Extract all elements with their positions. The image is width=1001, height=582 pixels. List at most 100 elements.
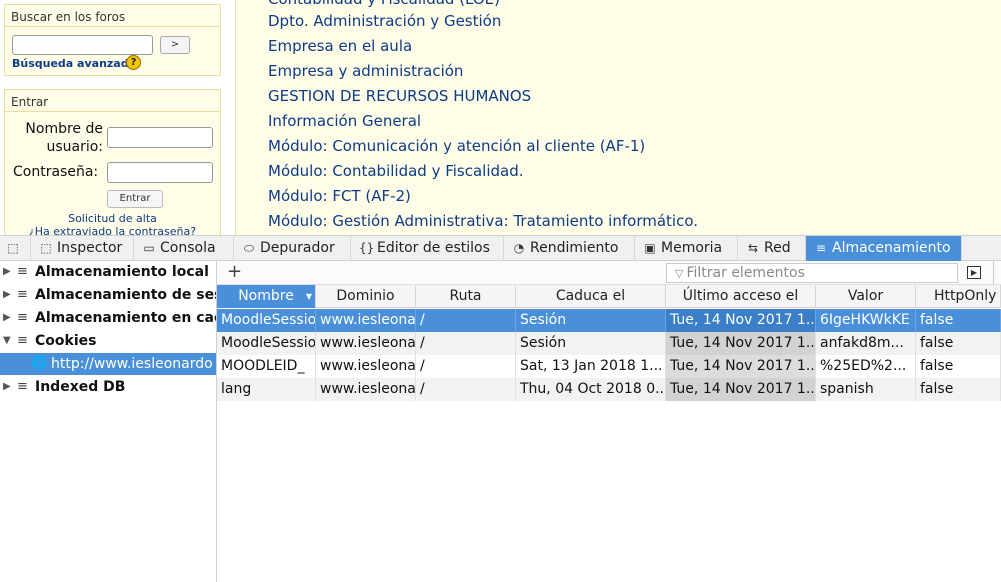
cell-httponly[interactable]: false	[916, 309, 1001, 332]
forum-search-button[interactable]: >	[160, 36, 190, 54]
devtools-panel: ⬚ ⬚ Inspector ▭ Consola ⬭ Depurador {} Edito…	[0, 235, 1001, 582]
column-header-expires[interactable]: Caduca el	[516, 285, 666, 308]
expand-arrow-icon[interactable]: ▶	[3, 284, 11, 306]
table-row[interactable]: MoodleSessionTest www.iesleonardo.info /…	[217, 332, 1001, 355]
column-header-name[interactable]: Nombre ▼	[217, 285, 316, 308]
column-header-path[interactable]: Ruta	[416, 285, 516, 308]
advanced-search-link[interactable]: Búsqueda avanzada	[12, 57, 136, 70]
table-row[interactable]: MoodleSession www.iesleonardo.info / Ses…	[217, 309, 1001, 332]
cell-name[interactable]: MOODLEID_	[217, 355, 316, 378]
tree-item-cookie-host[interactable]: 🌐 http://www.iesleonardo	[0, 353, 216, 375]
cell-path[interactable]: /	[416, 355, 516, 378]
cell-name[interactable]: MoodleSessionTest	[217, 332, 316, 355]
cell-value[interactable]: %25ED%2...	[816, 355, 916, 378]
cell-expires[interactable]: Sesión	[516, 309, 666, 332]
tab-console[interactable]: ▭ Consola	[134, 236, 234, 261]
storage-tree: ▶ ≡ Almacenamiento local ▶ ≡ Almacenamie…	[0, 261, 217, 582]
help-icon[interactable]: ?	[126, 55, 141, 70]
forgot-password-link[interactable]: ¿Ha extraviado la contraseña?	[5, 225, 220, 235]
tab-storage[interactable]: ≡ Almacenamiento	[806, 236, 962, 261]
cell-path[interactable]: /	[416, 332, 516, 355]
course-link[interactable]: GESTION DE RECURSOS HUMANOS	[268, 87, 531, 105]
tab-style-editor[interactable]: {} Editor de estilos	[351, 236, 504, 261]
column-header-value[interactable]: Valor	[816, 285, 916, 308]
cell-domain[interactable]: www.iesleonardo.info	[316, 332, 416, 355]
cell-name[interactable]: lang	[217, 378, 316, 401]
filter-input[interactable]: ▽ Filtrar elementos	[666, 263, 958, 283]
tree-item-session-storage[interactable]: ▶ ≡ Almacenamiento de sesión	[0, 284, 216, 306]
cell-httponly[interactable]: false	[916, 378, 1001, 401]
element-picker-button[interactable]: ⬚	[0, 236, 31, 261]
cell-last-accessed[interactable]: Tue, 14 Nov 2017 1...	[666, 332, 816, 355]
globe-icon: 🌐	[31, 356, 48, 371]
cell-value[interactable]: 6IgeHKWkKE	[816, 309, 916, 332]
tab-debugger[interactable]: ⬭ Depurador	[234, 236, 351, 261]
expand-arrow-icon[interactable]: ▶	[3, 261, 11, 283]
network-icon: ⇆	[747, 241, 759, 255]
cell-value[interactable]: anfakd8m...	[816, 332, 916, 355]
expand-arrow-icon[interactable]: ▶	[3, 376, 11, 398]
forum-search-input[interactable]	[12, 35, 153, 55]
password-field[interactable]	[107, 162, 213, 183]
cell-last-accessed[interactable]: Tue, 14 Nov 2017 1...	[666, 355, 816, 378]
cell-expires[interactable]: Sat, 13 Jan 2018 1...	[516, 355, 666, 378]
cell-last-accessed[interactable]: Tue, 14 Nov 2017 1...	[666, 378, 816, 401]
table-row[interactable]: MOODLEID_ www.iesleonardo.info / Sat, 13…	[217, 355, 1001, 378]
column-header-label: Nombre	[238, 288, 294, 304]
course-link[interactable]: Módulo: Comunicación y atención al clien…	[268, 137, 645, 155]
column-header-domain[interactable]: Dominio	[316, 285, 416, 308]
signup-link[interactable]: Solicitud de alta	[5, 212, 220, 225]
tab-memory[interactable]: ▣ Memoria	[635, 236, 738, 261]
cell-domain[interactable]: www.iesleonardo.info	[316, 355, 416, 378]
tree-item-label: Cookies	[35, 333, 97, 349]
tab-performance[interactable]: ◔ Rendimiento	[504, 236, 635, 261]
tree-item-label: http://www.iesleonardo	[51, 356, 213, 372]
tab-network[interactable]: ⇆ Red	[738, 236, 806, 261]
database-icon: ≡	[17, 310, 28, 325]
cell-path[interactable]: /	[416, 309, 516, 332]
tab-label: Depurador	[260, 240, 335, 256]
sidebar-toggle-icon[interactable]: ▶	[967, 266, 981, 279]
tab-label: Consola	[160, 240, 216, 256]
course-link[interactable]: Contabilidad y Fiscalidad (LOE)	[268, 0, 500, 8]
course-link[interactable]: Empresa en el aula	[268, 37, 412, 55]
course-link[interactable]: Información General	[268, 112, 421, 130]
table-row[interactable]: lang www.iesleonardo.info / Thu, 04 Oct …	[217, 378, 1001, 401]
performance-icon: ◔	[513, 241, 525, 255]
cell-value[interactable]: spanish	[816, 378, 916, 401]
add-item-button[interactable]: +	[227, 262, 242, 282]
course-link[interactable]: Módulo: Contabilidad y Fiscalidad.	[268, 162, 524, 180]
cell-last-accessed[interactable]: Tue, 14 Nov 2017 1...	[666, 309, 816, 332]
cell-domain[interactable]: www.iesleonardo.info	[316, 378, 416, 401]
expand-arrow-icon[interactable]: ▶	[3, 307, 11, 329]
tab-inspector[interactable]: ⬚ Inspector	[31, 236, 134, 261]
cell-expires[interactable]: Thu, 04 Oct 2018 0...	[516, 378, 666, 401]
course-list: Contabilidad y Fiscalidad (LOE) Dpto. Ad…	[235, 0, 1001, 235]
tree-item-local-storage[interactable]: ▶ ≡ Almacenamiento local	[0, 261, 216, 283]
course-link[interactable]: Módulo: FCT (AF-2)	[268, 187, 411, 205]
cell-path[interactable]: /	[416, 378, 516, 401]
web-page: Buscar en los foros > Búsqueda avanzada …	[0, 0, 1001, 235]
tree-item-cookies[interactable]: ▼ ≡ Cookies	[0, 330, 216, 352]
column-header-httponly[interactable]: HttpOnly	[916, 285, 1001, 308]
tree-item-cache-storage[interactable]: ▶ ≡ Almacenamiento en caché	[0, 307, 216, 329]
tab-label: Inspector	[57, 240, 123, 256]
tree-item-label: Almacenamiento en caché	[35, 310, 216, 326]
cell-name[interactable]: MoodleSession	[217, 309, 316, 332]
console-icon: ▭	[143, 241, 155, 255]
tree-item-label: Almacenamiento local	[35, 264, 209, 280]
cell-expires[interactable]: Sesión	[516, 332, 666, 355]
cell-httponly[interactable]: false	[916, 332, 1001, 355]
login-button[interactable]: Entrar	[107, 190, 163, 208]
collapse-arrow-icon[interactable]: ▼	[3, 330, 11, 352]
course-link[interactable]: Módulo: Gestión Administrativa: Tratamie…	[268, 212, 698, 230]
cell-domain[interactable]: www.iesleonardo.info	[316, 309, 416, 332]
username-field[interactable]	[107, 127, 213, 148]
tree-item-indexed-db[interactable]: ▶ ≡ Indexed DB	[0, 376, 216, 398]
column-header-last-accessed[interactable]: Último acceso el	[666, 285, 816, 308]
cell-httponly[interactable]: false	[916, 355, 1001, 378]
devtools-toolbar: ⬚ ⬚ Inspector ▭ Consola ⬭ Depurador {} Edito…	[0, 235, 1001, 261]
course-link[interactable]: Empresa y administración	[268, 62, 463, 80]
username-label: Nombre de usuario:	[25, 121, 103, 155]
course-link[interactable]: Dpto. Administración y Gestión	[268, 12, 501, 30]
